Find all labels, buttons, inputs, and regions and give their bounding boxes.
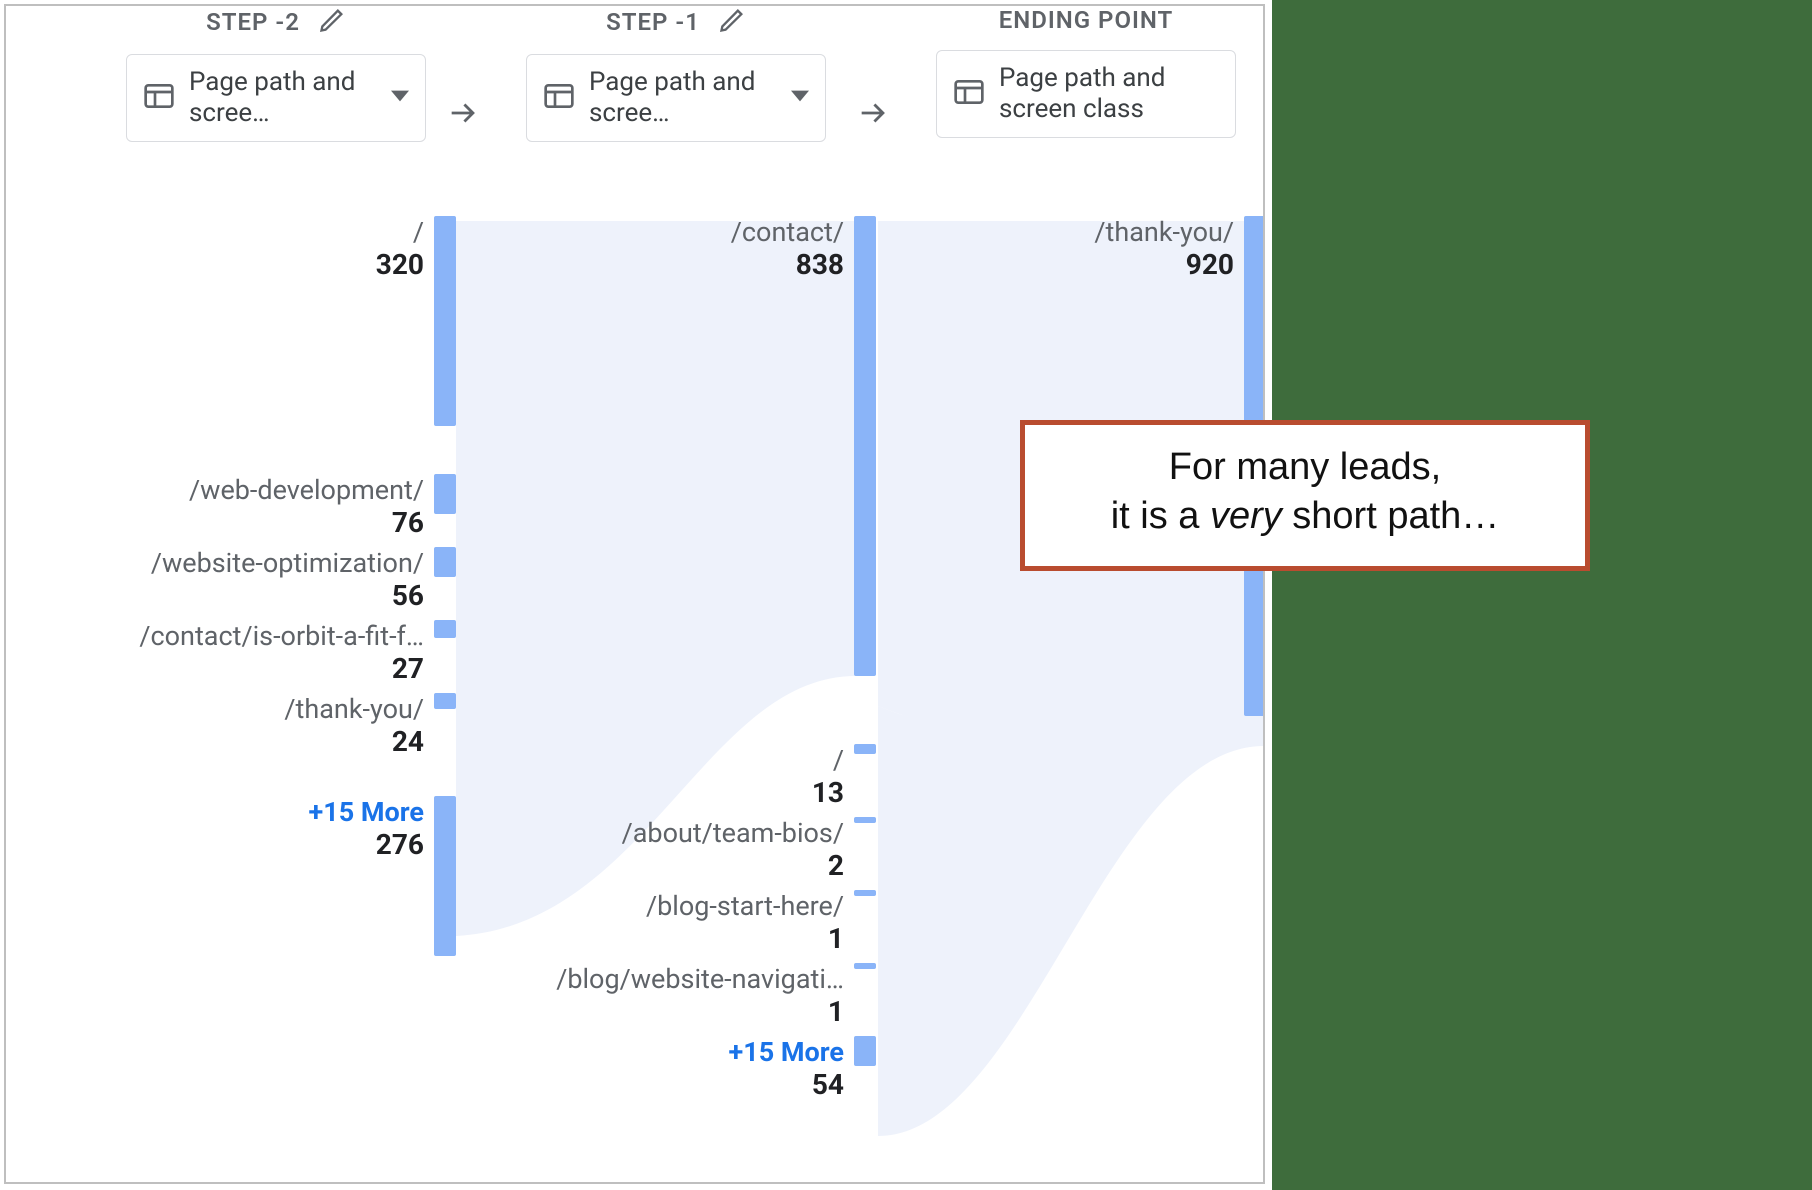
- annotation-callout: For many leads, it is a very short path…: [1020, 420, 1590, 571]
- dimension-label: Page path and scree…: [189, 67, 377, 129]
- path-node[interactable]: /thank-you/24: [26, 693, 456, 758]
- step-minus-1: STEP -1 Page path and scree…: [526, 6, 826, 142]
- path-node[interactable]: /website-optimization/56: [26, 547, 456, 612]
- page-icon: [953, 76, 985, 112]
- caret-down-icon: [391, 87, 409, 109]
- step-label: STEP -2: [206, 8, 300, 36]
- step-1-nodes: /contact/838 /13 /about/team-bios/2 /blo…: [446, 216, 876, 1109]
- bar: [854, 963, 876, 969]
- path-node[interactable]: /contact/838: [446, 216, 876, 676]
- arrow-icon: [856, 96, 890, 134]
- bar: [854, 890, 876, 896]
- bar: [854, 216, 876, 676]
- more-node[interactable]: +15 More54: [446, 1036, 876, 1101]
- pencil-icon[interactable]: [718, 6, 746, 38]
- path-node[interactable]: /contact/is-orbit-a-fit-f…27: [26, 620, 456, 685]
- pencil-icon[interactable]: [318, 6, 346, 38]
- page-icon: [543, 80, 575, 116]
- step-minus-2: STEP -2 Page path and scree…: [126, 6, 426, 142]
- path-node[interactable]: /blog/website-navigati…1: [446, 963, 876, 1028]
- more-node[interactable]: +15 More276: [26, 796, 456, 956]
- dimension-label: Page path and screen class: [999, 63, 1219, 125]
- step-label: ENDING POINT: [999, 6, 1174, 34]
- bar: [854, 744, 876, 754]
- dimension-select-ending[interactable]: Page path and screen class: [936, 50, 1236, 138]
- ending-point: ENDING POINT Page path and screen class: [936, 6, 1236, 138]
- step-label: STEP -1: [606, 8, 700, 36]
- step-2-nodes: /320 /web-development/76 /website-optimi…: [26, 216, 456, 964]
- path-node[interactable]: /13: [446, 744, 876, 809]
- background-stripe: [1272, 0, 1812, 1190]
- path-node[interactable]: /320: [26, 216, 456, 426]
- dimension-label: Page path and scree…: [589, 67, 777, 129]
- caret-down-icon: [791, 87, 809, 109]
- path-exploration-panel: STEP -2 Page path and scree… STEP -1: [4, 4, 1265, 1184]
- page-icon: [143, 80, 175, 116]
- path-node[interactable]: /about/team-bios/2: [446, 817, 876, 882]
- bar: [854, 817, 876, 823]
- path-node[interactable]: /web-development/76: [26, 474, 456, 539]
- dimension-select-step-1[interactable]: Page path and scree…: [526, 54, 826, 142]
- arrow-icon: [446, 96, 480, 134]
- bar: [854, 1036, 876, 1066]
- dimension-select-step-2[interactable]: Page path and scree…: [126, 54, 426, 142]
- path-node[interactable]: /blog-start-here/1: [446, 890, 876, 955]
